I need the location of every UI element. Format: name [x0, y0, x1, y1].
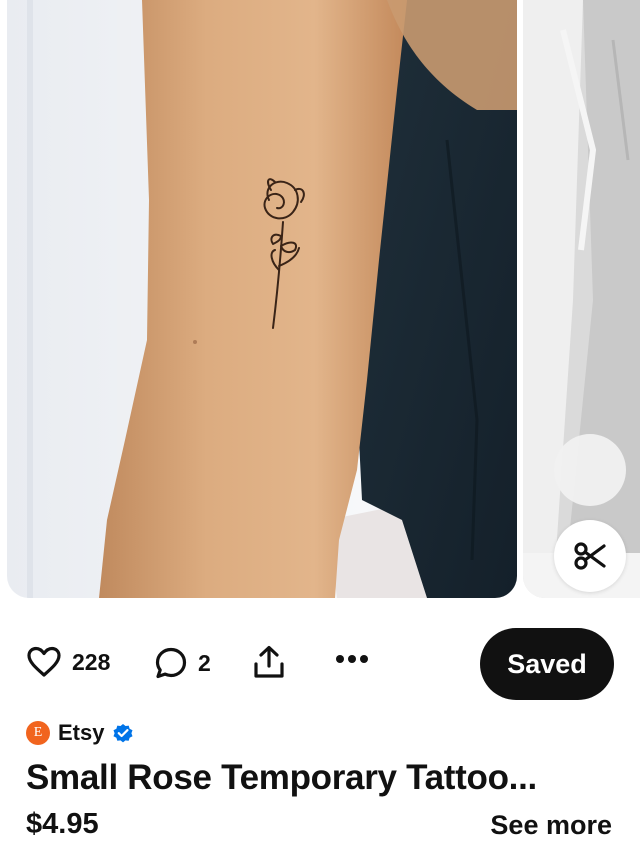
avatar: E — [26, 721, 50, 745]
next-pin-image — [523, 0, 640, 598]
ellipsis-icon — [336, 655, 368, 663]
more-ideas-button[interactable] — [554, 434, 626, 506]
arm-tattoo-photo — [7, 0, 517, 598]
pin-image[interactable] — [7, 0, 517, 598]
like-count: 228 — [72, 648, 111, 675]
scissors-icon — [574, 542, 606, 570]
creator-row[interactable]: E Etsy — [26, 720, 134, 746]
next-pin-preview[interactable] — [523, 0, 640, 598]
like-action[interactable]: 228 — [26, 646, 110, 678]
comment-count: 2 — [198, 649, 211, 676]
saved-button[interactable]: Saved — [480, 628, 614, 700]
comment-icon — [155, 647, 187, 679]
comment-action[interactable]: 2 — [154, 646, 211, 680]
pin-title: Small Rose Temporary Tattoo... — [26, 758, 537, 797]
share-button[interactable] — [252, 644, 286, 685]
creator-name[interactable]: Etsy — [58, 720, 104, 746]
pin-media — [0, 0, 640, 600]
verified-badge-icon — [113, 724, 133, 743]
see-more-link[interactable]: See more — [490, 810, 612, 841]
share-icon — [254, 645, 284, 678]
visual-search-button[interactable] — [554, 520, 626, 592]
product-price: $4.95 — [26, 808, 99, 840]
more-options-button[interactable] — [334, 652, 370, 670]
heart-icon — [27, 646, 61, 677]
pin-action-bar: 228 2 Saved — [0, 626, 640, 702]
